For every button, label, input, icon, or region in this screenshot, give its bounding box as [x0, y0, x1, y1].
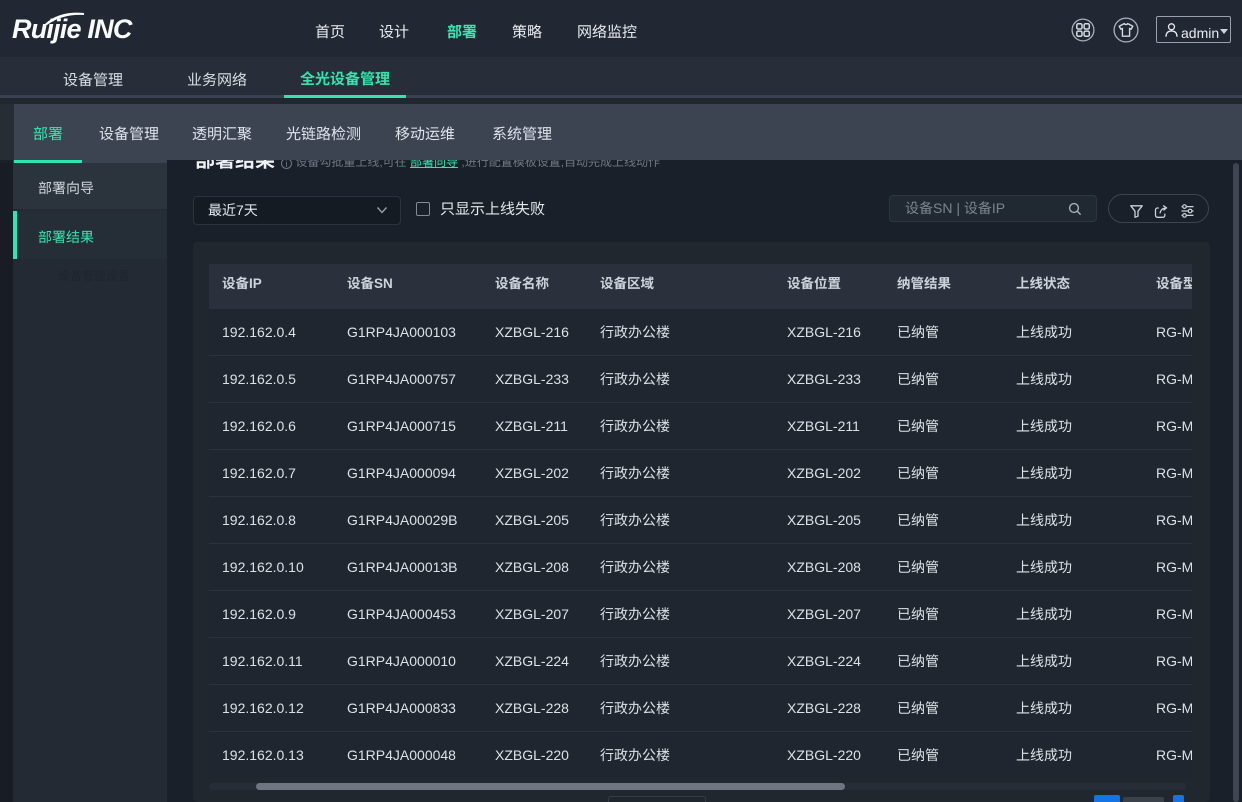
svg-text:Ruijie INC: Ruijie INC: [12, 14, 133, 44]
